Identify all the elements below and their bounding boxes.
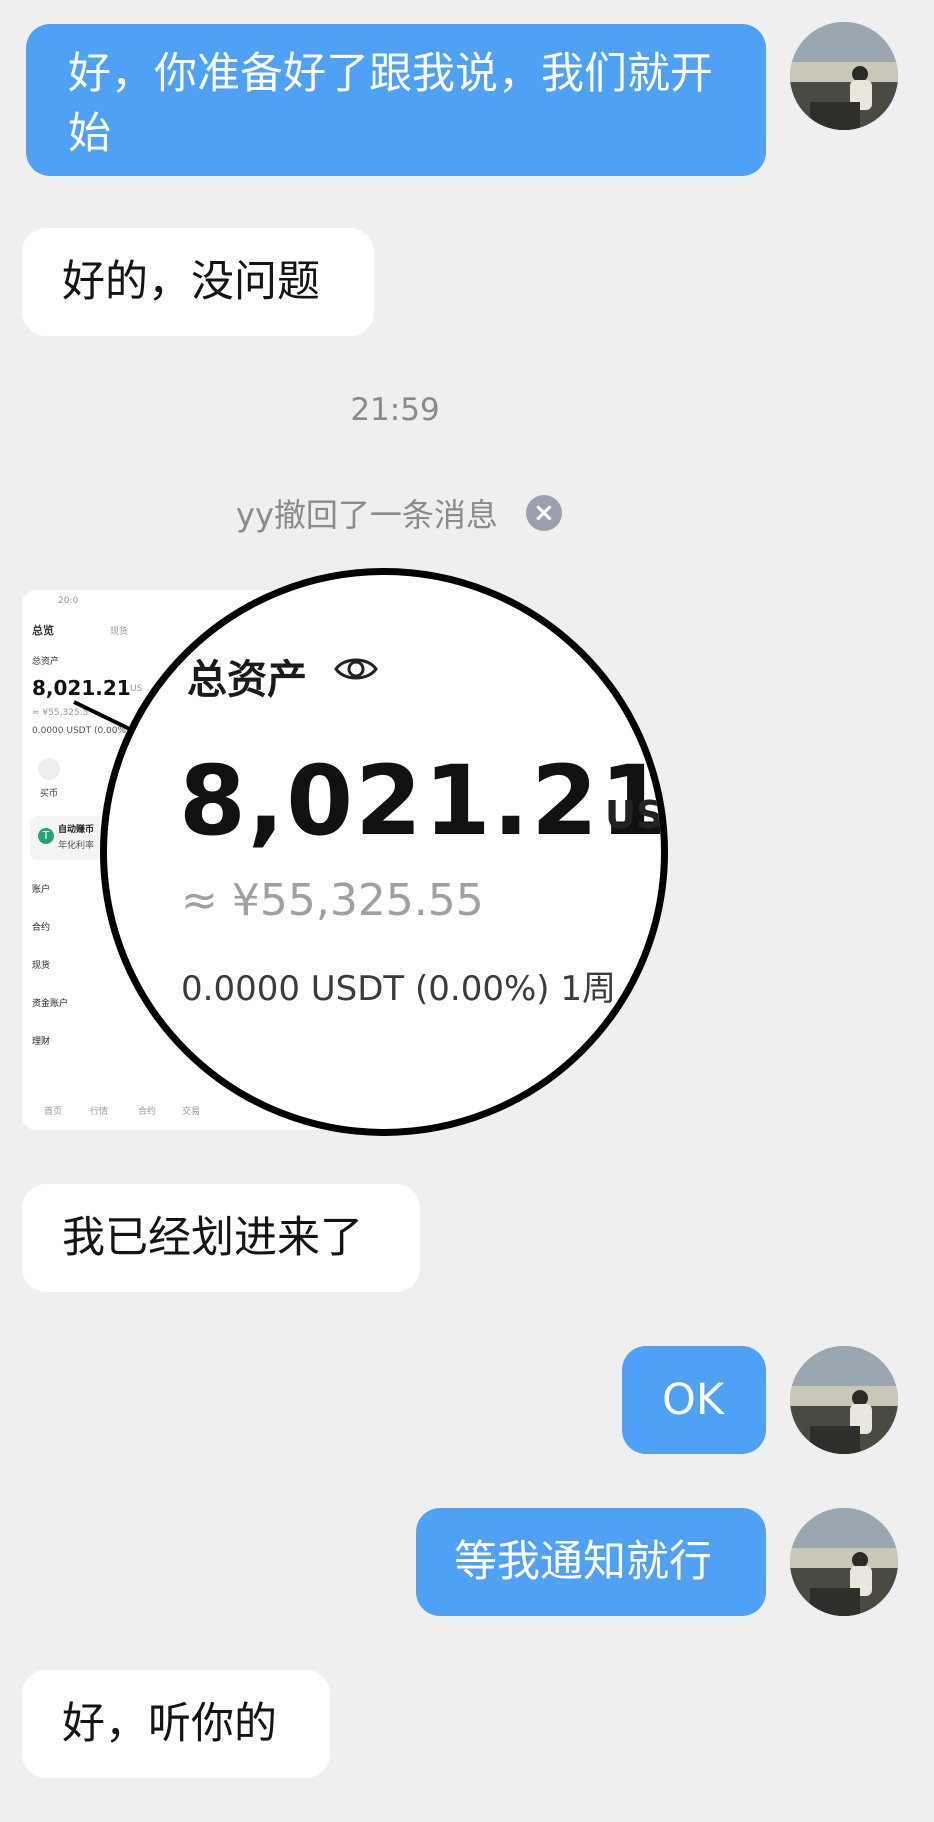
message-text: OK [662,1375,725,1425]
avatar-photo [790,1508,898,1616]
pnl-text: 0.0000 USDT (0.00%) 1周 [181,969,616,1009]
message-incoming[interactable]: 好，听你的 [22,1670,330,1778]
message-text: 好，你准备好了跟我说，我们就开始 [68,49,713,159]
tether-icon: T [38,828,54,844]
tab-overview: 总览 [32,624,54,637]
recall-notice: yy撤回了一条消息 × [236,490,562,536]
magnifier: 总资产 8,021.21 USI ≈ ¥55,325.55 0.0000 USD… [100,568,668,1136]
account-item: 合约 [32,923,51,933]
message-outgoing[interactable]: 等我通知就行 [416,1508,766,1616]
tab-spot: 现货 [110,627,129,637]
auto-earn-label: 自动赚币 [58,825,95,835]
unit-label: USI [605,793,664,837]
message-outgoing[interactable]: OK [622,1346,766,1454]
wallet-icon [38,758,60,780]
message-text: 等我通知就行 [454,1537,712,1587]
account-item: 现货 [32,961,51,971]
total-assets-label-small: 总资产 [32,657,60,667]
message-text: 我已经划进来了 [62,1213,363,1263]
nav-futures: 合约 [138,1107,157,1117]
close-icon[interactable]: × [525,495,562,531]
status-bar-time: 20:0 [58,596,79,606]
message-text: 好，听你的 [62,1699,277,1749]
cny-value: ≈ ¥55,325.55 [181,875,484,926]
nav-market: 行情 [90,1107,109,1117]
message-incoming[interactable]: 我已经划进来了 [22,1184,420,1292]
buy-label: 买币 [40,789,59,799]
annual-rate-label: 年化利率 [58,841,95,851]
message-text: 好的，没问题 [62,257,320,307]
account-item: 资金账户 [32,999,69,1009]
nav-home: 首页 [44,1107,63,1117]
recall-text: yy撤回了一条消息 [236,496,498,534]
avatar[interactable] [790,1346,898,1454]
avatar[interactable] [790,22,898,130]
message-outgoing[interactable]: 好，你准备好了跟我说，我们就开始 [26,24,766,176]
total-assets-label: 总资产 [187,657,307,703]
avatar[interactable] [790,1508,898,1616]
account-item: 账户 [32,885,51,895]
total-assets-value: 8,021.21 [179,745,668,857]
avatar-photo [790,1346,898,1454]
nav-trade: 交易 [182,1107,201,1117]
eye-icon [334,658,378,680]
timestamp: 21:59 [350,392,440,428]
message-incoming[interactable]: 好的，没问题 [22,228,374,336]
account-item: 理财 [32,1037,51,1047]
avatar-photo [790,22,898,130]
